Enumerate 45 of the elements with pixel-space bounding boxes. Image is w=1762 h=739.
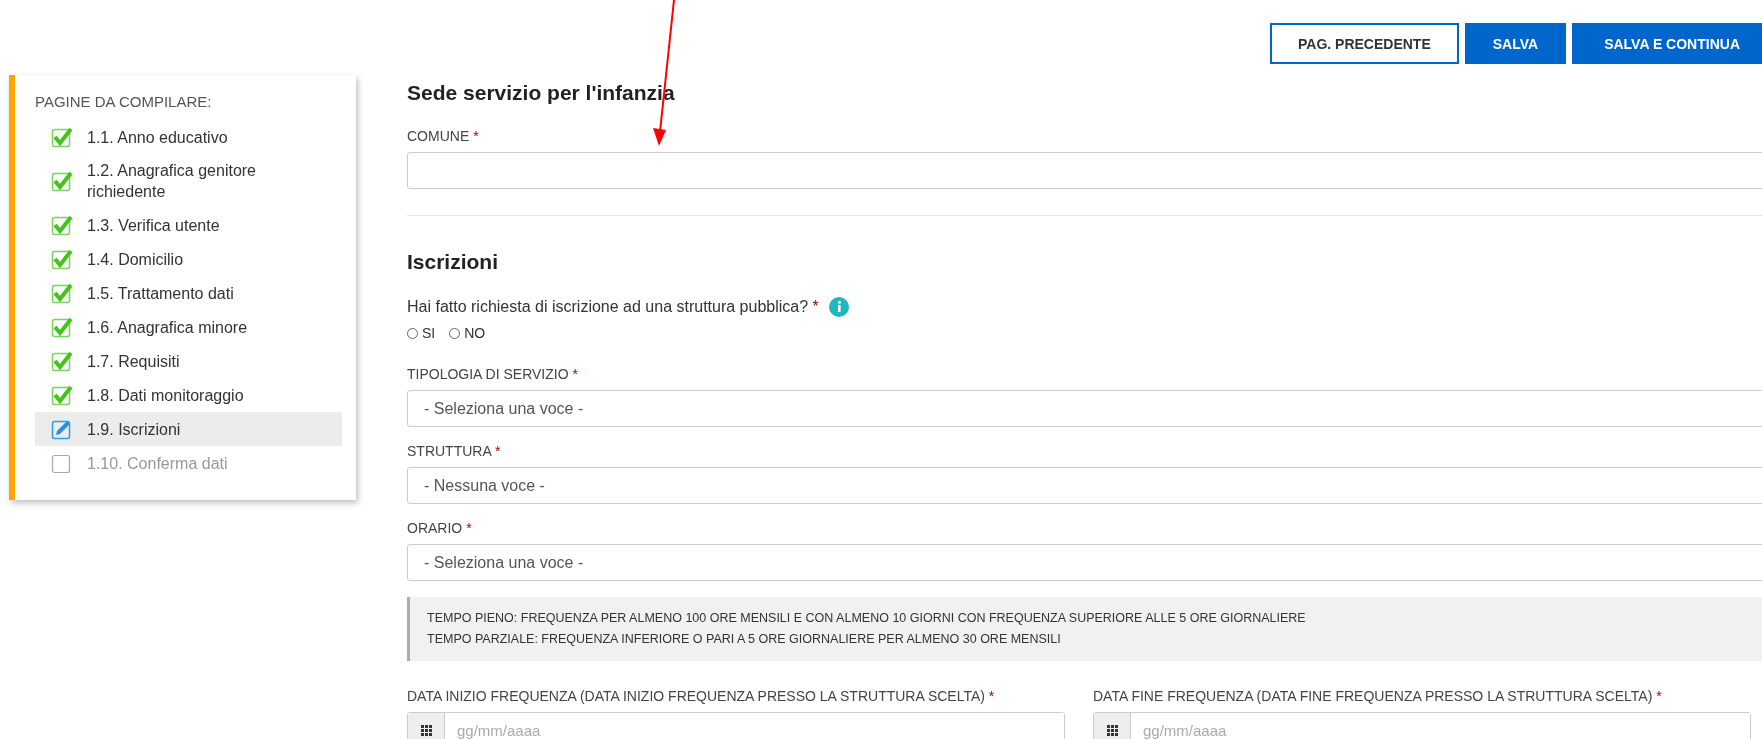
sidebar-item[interactable]: 1.8. Dati monitoraggio [35,378,342,412]
checked-checkbox-icon [51,350,73,372]
calendar-icon [420,724,432,736]
calendar-icon [1106,724,1118,736]
radio-button[interactable] [449,327,461,339]
checked-checkbox-icon [51,384,73,406]
radio-button[interactable] [407,327,418,339]
select-field[interactable]: - Seleziona una voce - [407,390,1762,427]
sidebar-item[interactable]: 1.6. Anagrafica minore [35,310,342,344]
info-icon[interactable] [828,297,849,317]
sidebar-item[interactable]: 1.5. Trattamento dati [35,276,342,310]
field-label: TIPOLOGIA DI SERVIZIO * [407,366,578,382]
edit-icon [51,418,73,440]
field-label: DATA FINE FREQUENZA (DATA FINE FREQUENZA PRESSO LA STRUTTURA SCELTA) * [1093,688,1662,704]
info-note: TEMPO PIENO: FREQUENZA PER ALMENO 100 ORE MENSILI E CON ALMENO 10 GIORNI CON FREQUENZA SUPERIORE ALLE 5 ORE GIORNALIERE TEMPO PARZIALE: FREQUENZA INFERIORE O PARI A 5 ORE GIORNALIERE PER ALMENO 30 ORE MENSILI [407,597,1762,661]
sidebar-item[interactable]: 1.3. Verifica utente [35,208,342,242]
checked-checkbox-icon [51,248,73,270]
section-title: Iscrizioni [407,250,500,274]
date-field[interactable]: gg/mm/aaaa [407,712,1065,739]
radio-label: SI [422,325,436,341]
field-label: ORARIO * [407,520,472,536]
question-label: Hai fatto richiesta di iscrizione ad una struttura pubblica? * [407,298,819,316]
checked-checkbox-icon [51,170,73,192]
action-button[interactable]: SALVA [1464,23,1567,64]
input-field[interactable] [407,152,1762,189]
checked-checkbox-icon [51,316,73,338]
radio-label: NO [464,325,486,341]
sidebar-item[interactable]: 1.2. Anagrafica genitore richiedente [35,154,342,208]
field-label: DATA INIZIO FREQUENZA (DATA INIZIO FREQUENZA PRESSO LA STRUTTURA SCELTA) * [407,688,995,704]
sidebar-item[interactable]: 1.4. Domicilio [35,242,342,276]
checked-checkbox-icon [51,126,73,148]
field-label: COMUNE * [407,128,479,144]
sidebar-item[interactable]: 1.9. Iscrizioni [35,412,342,446]
checked-checkbox-icon [51,214,73,236]
sidebar-title: PAGINE DA COMPILARE: [35,93,213,110]
select-field[interactable]: - Seleziona una voce - [407,544,1762,581]
field-label: STRUTTURA * [407,443,501,459]
action-button[interactable]: PAG. PRECEDENTE [1270,23,1459,64]
action-button[interactable]: SALVA E CONTINUA [1572,23,1762,64]
checked-checkbox-icon [51,282,73,304]
date-field[interactable]: gg/mm/aaaa [1093,712,1751,739]
empty-checkbox-icon [51,452,73,474]
sidebar-item[interactable]: 1.1. Anno educativo [35,120,342,154]
sidebar-item[interactable]: 1.7. Requisiti [35,344,342,378]
select-field[interactable]: - Nessuna voce - [407,467,1762,504]
